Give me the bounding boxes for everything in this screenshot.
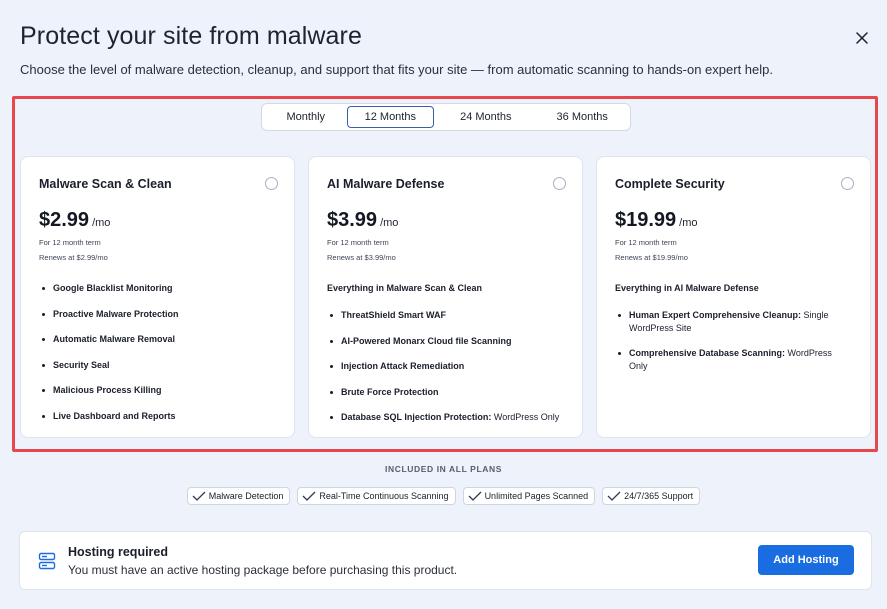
plan-price-row: $19.99 /mo xyxy=(615,209,852,232)
modal-title: Protect your site from malware xyxy=(20,22,362,50)
plan-card-complete-security[interactable]: Complete Security $19.99 /mo For 12 mont… xyxy=(596,156,871,438)
feature-item: Live Dashboard and Reports xyxy=(39,410,276,423)
plan-price-unit: /mo xyxy=(92,217,111,229)
plan-radio[interactable] xyxy=(265,177,278,190)
feature-item: Automatic Malware Removal xyxy=(39,333,276,346)
check-icon xyxy=(302,491,316,501)
feature-item: Malicious Process Killing xyxy=(39,384,276,397)
check-icon xyxy=(607,491,621,501)
included-pill: Unlimited Pages Scanned xyxy=(462,487,596,505)
plan-lead: Everything in Malware Scan & Clean xyxy=(327,283,483,293)
plan-features: Google Blacklist Monitoring Proactive Ma… xyxy=(39,282,276,423)
feature-item: Brute Force Protection xyxy=(327,386,564,399)
plan-price-unit: /mo xyxy=(679,217,698,229)
plan-features: ThreatShield Smart WAF AI-Powered Monarx… xyxy=(327,309,564,424)
plan-price: $3.99 xyxy=(327,209,378,231)
feature-item: Human Expert Comprehensive Cleanup: Sing… xyxy=(615,309,852,335)
included-pill: Real-Time Continuous Scanning xyxy=(297,487,456,505)
hosting-title: Hosting required xyxy=(68,545,169,559)
included-pill-label: Real-Time Continuous Scanning xyxy=(319,491,449,501)
plan-features: Human Expert Comprehensive Cleanup: Sing… xyxy=(615,309,852,373)
feature-item: Comprehensive Database Scanning: WordPre… xyxy=(615,347,852,373)
plan-term: For 12 month term xyxy=(39,238,101,247)
plan-card-ai-malware-defense[interactable]: AI Malware Defense $3.99 /mo For 12 mont… xyxy=(308,156,583,438)
feature-item: ThreatShield Smart WAF xyxy=(327,309,564,322)
modal-subtitle: Choose the level of malware detection, c… xyxy=(20,62,773,77)
included-pill-label: Malware Detection xyxy=(208,491,284,501)
feature-item: Google Blacklist Monitoring xyxy=(39,282,276,295)
plan-price: $19.99 xyxy=(615,209,677,231)
plan-price-unit: /mo xyxy=(380,217,399,229)
feature-item: Proactive Malware Protection xyxy=(39,308,276,321)
plan-price-row: $2.99 /mo xyxy=(39,209,276,232)
included-pill: Malware Detection xyxy=(186,487,291,505)
plan-name: Malware Scan & Clean xyxy=(39,177,172,191)
close-icon xyxy=(856,32,868,44)
plan-price: $2.99 xyxy=(39,209,90,231)
plan-card-malware-scan-clean[interactable]: Malware Scan & Clean $2.99 /mo For 12 mo… xyxy=(20,156,295,438)
plan-renewal: Renews at $2.99/mo xyxy=(39,253,108,262)
feature-item: Injection Attack Remediation xyxy=(327,360,564,373)
close-button[interactable] xyxy=(852,28,872,48)
plan-term: For 12 month term xyxy=(327,238,389,247)
hosting-description: You must have an active hosting package … xyxy=(68,563,458,577)
tab-36-months[interactable]: 36 Months xyxy=(537,106,627,128)
server-icon xyxy=(38,552,56,570)
plan-price-row: $3.99 /mo xyxy=(327,209,564,232)
plan-radio[interactable] xyxy=(841,177,854,190)
feature-item: AI-Powered Monarx Cloud file Scanning xyxy=(327,335,564,348)
plan-radio[interactable] xyxy=(553,177,566,190)
included-pill-label: Unlimited Pages Scanned xyxy=(484,491,589,501)
term-tabs: Monthly 12 Months 24 Months 36 Months xyxy=(261,103,631,131)
plan-renewal: Renews at $3.99/mo xyxy=(327,253,396,262)
included-pill: 24/7/365 Support xyxy=(602,487,701,505)
tab-24-months[interactable]: 24 Months xyxy=(434,106,537,128)
add-hosting-button[interactable]: Add Hosting xyxy=(758,545,854,575)
check-icon xyxy=(192,491,206,501)
plan-name: AI Malware Defense xyxy=(327,177,445,191)
plan-lead: Everything in AI Malware Defense xyxy=(615,283,759,293)
plan-name: Complete Security xyxy=(615,177,725,191)
feature-item: Database SQL Injection Protection: WordP… xyxy=(327,411,564,424)
included-heading: INCLUDED IN ALL PLANS xyxy=(385,464,502,474)
feature-item: Security Seal xyxy=(39,359,276,372)
hosting-required-banner: Hosting required You must have an active… xyxy=(19,531,872,590)
tab-monthly[interactable]: Monthly xyxy=(265,106,347,128)
included-pill-label: 24/7/365 Support xyxy=(624,491,694,501)
plan-renewal: Renews at $19.99/mo xyxy=(615,253,688,262)
included-features: Malware Detection Real-Time Continuous S… xyxy=(0,487,887,505)
plan-term: For 12 month term xyxy=(615,238,677,247)
tab-12-months[interactable]: 12 Months xyxy=(346,106,435,128)
check-icon xyxy=(468,491,482,501)
